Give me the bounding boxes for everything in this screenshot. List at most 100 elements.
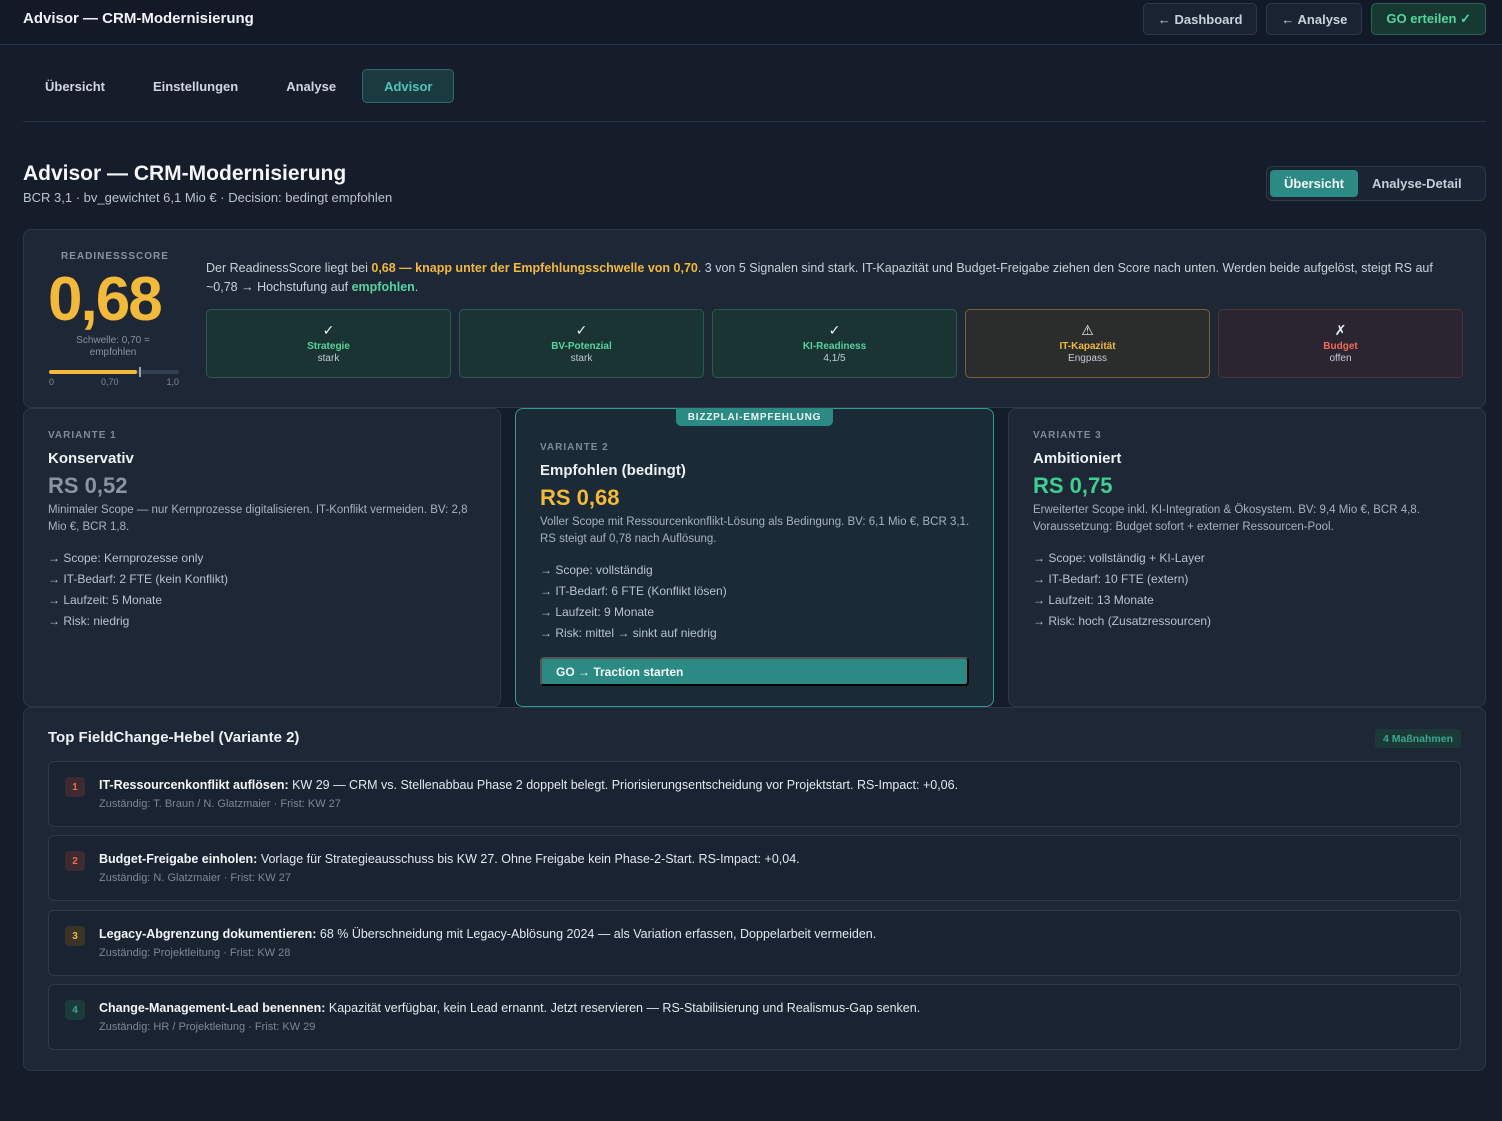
measure-meta: Zuständig: N. Glatzmaier · Frist: KW 27	[99, 872, 291, 884]
measure-body: Vorlage für Strategieausschuss bis KW 27…	[257, 852, 800, 866]
tab-uebersicht[interactable]: Übersicht	[23, 69, 127, 103]
fieldchange-hebel-panel: Top FieldChange-Hebel (Variante 2) 4 Maß…	[23, 707, 1486, 1071]
traction-start-button[interactable]: GO → Traction starten	[540, 657, 969, 686]
variant-name: Konservativ	[48, 450, 134, 467]
signal-value: Engpass	[1068, 353, 1107, 364]
variant-card-empfohlen[interactable]: BIZZPLAI-EMPFEHLUNG VARIANTE 2 Empfohlen…	[515, 408, 994, 707]
measure-title: IT-Ressourcenkonflikt auflösen:	[99, 778, 289, 792]
back-to-dashboard-button[interactable]: ← Dashboard	[1142, 3, 1258, 35]
signal-value: stark	[317, 353, 340, 364]
measure-item-4[interactable]: 4 Change-Management-Lead benennen: Kapaz…	[48, 984, 1461, 1050]
measure-meta: Zuständig: Projektleitung · Frist: KW 28	[99, 947, 291, 959]
hebel-title: Top FieldChange-Hebel (Variante 2)	[48, 729, 300, 746]
signal-bv-potenzial: ✓ BV-Potenzial stark	[459, 309, 704, 378]
explanation-highlight-ok: empfohlen	[351, 280, 415, 294]
variant-kicker: VARIANTE 2	[540, 442, 609, 453]
readiness-threshold-text: Schwelle: 0,70 = empfohlen	[76, 335, 150, 358]
explanation-part: .	[414, 280, 419, 294]
signal-name: IT-Kapazität	[1059, 341, 1116, 352]
variant-description: Erweiterter Scope inkl. KI-Integration &…	[1033, 504, 1420, 533]
signal-name: Strategie	[307, 341, 350, 352]
list-item: → Risk: niedrig	[48, 614, 130, 628]
measure-number: 4	[65, 1000, 85, 1020]
measure-item-2[interactable]: 2 Budget-Freigabe einholen: Vorlage für …	[48, 835, 1461, 901]
readiness-explanation: Der ReadinessScore liegt bei 0,68 — knap…	[206, 259, 1464, 297]
top-actions: ← Dashboard ← Analyse GO erteilen ✓	[1142, 3, 1486, 35]
measure-meta: Zuständig: T. Braun / N. Glatzmaier · Fr…	[99, 798, 341, 810]
variant-card-konservativ[interactable]: VARIANTE 1 Konservativ RS 0,52 Minimaler…	[23, 408, 501, 707]
signal-value: stark	[570, 353, 593, 364]
measure-text: Change-Management-Lead benennen: Kapazit…	[99, 1000, 920, 1017]
list-item: → IT-Bedarf: 2 FTE (kein Konflikt)	[48, 572, 229, 586]
go-erteilen-button[interactable]: GO erteilen ✓	[1371, 3, 1486, 35]
signal-budget: ✗ Budget offen	[1218, 309, 1463, 378]
list-item: → Laufzeit: 13 Monate	[1033, 593, 1154, 607]
explanation-part: Der ReadinessScore liegt bei	[206, 261, 372, 275]
app-title: Advisor — CRM-Modernisierung	[23, 10, 254, 27]
list-item: → Scope: Kernprozesse only	[48, 551, 204, 565]
top-bar: Advisor — CRM-Modernisierung ← Dashboard…	[0, 0, 1502, 45]
signal-name: KI-Readiness	[802, 341, 867, 352]
explanation-highlight-warn: 0,68 — knapp unter der Empfehlungsschwel…	[371, 261, 698, 275]
variant-description: Voller Scope mit Ressourcenkonflikt-Lösu…	[540, 516, 970, 545]
signal-strategie: ✓ Strategie stark	[206, 309, 451, 378]
readiness-threshold-marker	[139, 367, 141, 377]
tab-advisor[interactable]: Advisor	[362, 69, 455, 103]
measure-title: Budget-Freigabe einholen:	[99, 852, 258, 866]
measure-text: Legacy-Abgrenzung dokumentieren: 68 % Üb…	[99, 926, 876, 943]
check-icon: ✓	[828, 322, 841, 338]
readiness-progress-bar	[49, 367, 179, 377]
variant-rs: RS 0,68	[540, 485, 620, 510]
variant-description: Minimaler Scope — nur Kernprozesse digit…	[48, 504, 468, 533]
signal-name: Budget	[1323, 341, 1358, 352]
view-toggle: Übersicht Analyse-Detail	[1266, 166, 1486, 201]
cross-icon: ✗	[1334, 322, 1347, 338]
tab-einstellungen[interactable]: Einstellungen	[131, 69, 260, 103]
variant-rs: RS 0,52	[48, 473, 128, 498]
signal-it-kapazitaet: ⚠ IT-Kapazität Engpass	[965, 309, 1210, 378]
variant-name: Empfohlen (bedingt)	[540, 462, 686, 479]
list-item: → IT-Bedarf: 6 FTE (Konflikt lösen)	[540, 584, 727, 598]
variant-card-ambitioniert[interactable]: VARIANTE 3 Ambitioniert RS 0,75 Erweiter…	[1008, 408, 1486, 707]
warning-icon: ⚠	[1081, 322, 1094, 338]
check-icon: ✓	[575, 322, 588, 338]
recommendation-badge: BIZZPLAI-EMPFEHLUNG	[676, 408, 833, 426]
measure-title: Legacy-Abgrenzung dokumentieren:	[99, 927, 317, 941]
variant-name: Ambitioniert	[1033, 450, 1122, 467]
measure-body: 68 % Überschneidung mit Legacy-Ablösung …	[316, 927, 877, 941]
signal-ki-readiness: ✓ KI-Readiness 4,1/5	[712, 309, 957, 378]
segment-uebersicht[interactable]: Übersicht	[1270, 170, 1358, 197]
back-to-analyse-button[interactable]: ← Analyse	[1266, 3, 1363, 35]
measure-number: 2	[65, 851, 85, 871]
readiness-score-value: 0,68	[48, 265, 163, 334]
variant-details: → Scope: vollständig + KI-Layer → IT-Bed…	[1033, 548, 1211, 632]
measure-number: 3	[65, 926, 85, 946]
variant-kicker: VARIANTE 1	[48, 430, 117, 441]
variant-kicker: VARIANTE 3	[1033, 430, 1102, 441]
list-item: → IT-Bedarf: 10 FTE (extern)	[1033, 572, 1189, 586]
list-item: → Scope: vollständig	[540, 563, 653, 577]
signal-value: offen	[1329, 353, 1352, 364]
readiness-progress-fill	[49, 370, 138, 374]
page-subtitle: BCR 3,1 · bv_gewichtet 6,1 Mio € · Decis…	[23, 190, 393, 205]
measure-title: Change-Management-Lead benennen:	[99, 1001, 326, 1015]
measure-item-1[interactable]: 1 IT-Ressourcenkonflikt auflösen: KW 29 …	[48, 761, 1461, 827]
tabs-divider	[23, 121, 1486, 122]
list-item: → Laufzeit: 9 Monate	[540, 605, 655, 619]
variant-details: → Scope: vollständig → IT-Bedarf: 6 FTE …	[540, 560, 727, 644]
check-icon: ✓	[322, 322, 335, 338]
tick-max: 1,0	[166, 377, 179, 387]
tick-min: 0	[49, 377, 55, 387]
variant-details: → Scope: Kernprozesse only → IT-Bedarf: …	[48, 548, 228, 632]
measure-body: KW 29 — CRM vs. Stellenabbau Phase 2 dop…	[288, 778, 959, 792]
segment-analyse-detail[interactable]: Analyse-Detail	[1358, 170, 1476, 197]
measure-meta: Zuständig: HR / Projektleitung · Frist: …	[99, 1021, 316, 1033]
variant-rs: RS 0,75	[1033, 473, 1113, 498]
tab-analyse[interactable]: Analyse	[264, 69, 358, 103]
readiness-panel: READINESSSCORE 0,68 Schwelle: 0,70 = emp…	[23, 229, 1486, 408]
measure-item-3[interactable]: 3 Legacy-Abgrenzung dokumentieren: 68 % …	[48, 910, 1461, 976]
page-title: Advisor — CRM-Modernisierung	[23, 162, 347, 185]
signal-value: 4,1/5	[823, 353, 846, 364]
hebel-count-badge: 4 Maßnahmen	[1374, 729, 1461, 748]
list-item: → Scope: vollständig + KI-Layer	[1033, 551, 1205, 565]
